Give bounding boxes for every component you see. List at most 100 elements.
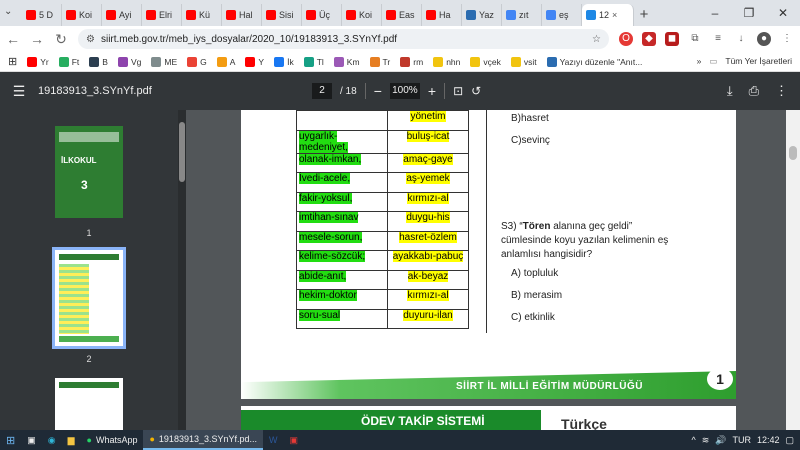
bookmark-item[interactable]: Km [333,56,360,67]
thumbnail-page-1[interactable]: İLKOKUL 3 [55,126,123,218]
start-button[interactable]: ⊞ [0,430,21,450]
bookmark-item[interactable]: G [187,56,207,67]
thumbnail-page-2[interactable] [52,247,126,349]
sidebar-scrollbar[interactable] [178,110,186,430]
address-bar[interactable]: ⚙ siirt.meb.gov.tr/meb_iys_dosyalar/2020… [78,29,609,49]
new-tab-button[interactable]: + [634,4,654,26]
bookmark-item[interactable]: Yazıyı düzenle "Anıt... [546,56,642,67]
left-word: olanak-imkan, [299,153,362,165]
bookmark-item[interactable]: vçek [470,56,501,67]
close-window-icon[interactable]: ✕ [766,0,800,26]
bookmark-item[interactable]: B [89,56,108,67]
shield-extension-icon[interactable]: ◼ [665,32,679,46]
table-row: imtihan-sınav duygu-his [296,211,469,232]
fit-page-icon[interactable]: ⊡ [453,84,463,98]
thumbnail-page-3[interactable] [55,378,123,430]
clock[interactable]: 12:42 [757,435,780,445]
puzzle-icon[interactable]: ⧉ [688,32,702,46]
bookmark-favicon-icon [303,56,314,67]
bookmark-star-icon[interactable]: ☆ [592,34,601,45]
bookmark-item[interactable]: ME [151,56,177,67]
word-icon[interactable]: W [263,430,284,450]
bookmark-item[interactable]: nhn [433,56,460,67]
thumb-footer [59,336,119,342]
browser-tab[interactable]: Elri [142,4,182,26]
rotate-icon[interactable]: ↺ [471,84,481,98]
tab-label: Koi [359,10,373,20]
taskbar-app-whatsapp[interactable]: ● WhatsApp [81,430,144,450]
bookmark-item[interactable]: A [216,56,235,67]
volume-icon[interactable]: 🔊 [715,435,726,446]
browser-tab[interactable]: Koi [342,4,382,26]
tab-favicon-icon [506,10,516,20]
table-row: soru-sual duyuru-ilan [296,308,469,329]
notification-icon[interactable]: ▢ [785,435,794,446]
bookmark-item[interactable]: Tr [369,56,390,67]
browser-tab[interactable]: Eas [382,4,422,26]
all-bookmarks-link[interactable]: Tüm Yer İşaretleri [725,56,792,67]
thumb-header [59,382,119,388]
apps-icon[interactable]: ⊞ [8,55,17,68]
zoom-level[interactable]: 100% [389,83,420,99]
browser-tab[interactable]: Hal [222,4,262,26]
browser-tab[interactable]: 5 D [22,4,62,26]
right-word: aş-yemek [406,173,450,184]
browser-tab[interactable]: Kü [182,4,222,26]
bookmark-item[interactable]: vsit [510,56,537,67]
edge-icon[interactable]: ◉ [42,430,62,450]
bookmark-item[interactable]: Vg [117,56,141,67]
url-text[interactable]: siirt.meb.gov.tr/meb_iys_dosyalar/2020_1… [101,34,586,45]
wifi-icon[interactable]: ≋ [702,435,710,446]
language-indicator[interactable]: TUR [732,435,751,445]
bookmark-item[interactable]: Ft [58,56,79,67]
bookmark-label: İk [287,56,294,67]
maximize-icon[interactable]: ❐ [732,0,766,26]
browser-tab[interactable]: 12 × [582,4,634,26]
pdf-more-icon[interactable]: ⋮ [775,83,788,99]
reading-list-icon[interactable]: ≡ [711,32,725,46]
pdf-app-icon[interactable]: ▣ [284,430,305,450]
task-view-icon[interactable]: ▣ [21,430,42,450]
divider [444,83,446,99]
red-extension-icon[interactable]: ◆ [642,32,656,46]
reload-icon[interactable]: ↻ [54,31,68,48]
page-number-input[interactable]: 2 [312,83,332,99]
browser-tab[interactable]: Sisi [262,4,302,26]
tab-favicon-icon [266,10,276,20]
bookmark-item[interactable]: Tl [303,56,324,67]
browser-tab[interactable]: eş [542,4,582,26]
minimize-icon[interactable]: – [698,0,732,26]
bookmark-item[interactable]: Yr [27,56,49,67]
browser-tab[interactable]: zıt [502,4,542,26]
browser-tab[interactable]: Üç [302,4,342,26]
download-icon[interactable]: ↓ [734,32,748,46]
bookmark-item[interactable]: İk [274,56,294,67]
bookmark-item[interactable]: rm [400,56,423,67]
zoom-in-icon[interactable]: + [428,83,436,99]
viewer-scrollbar[interactable] [786,110,800,430]
table-row: uygarlık-medeniyet, buluş-icat [296,129,469,154]
bookmarks-more-button[interactable]: » [697,56,702,67]
pdf-menu-icon[interactable]: ☰ [0,83,38,100]
print-icon[interactable]: ⎙ [749,83,759,99]
back-icon[interactable]: ← [6,31,20,47]
site-info-icon[interactable]: ⚙ [86,34,95,45]
avatar[interactable]: ● [757,32,771,46]
chrome-menu-icon[interactable]: ⋮ [780,32,794,46]
forward-icon[interactable]: → [30,31,44,47]
browser-tab[interactable]: Yaz [462,4,502,26]
pdf-download-icon[interactable]: ⤓ [727,83,733,99]
tab-search-icon[interactable]: ⌄ [4,6,18,20]
bookmark-favicon-icon [151,56,162,67]
bookmark-item[interactable]: Y [245,56,264,67]
browser-tab[interactable]: Ha [422,4,462,26]
opera-extension-icon[interactable]: O [619,32,633,46]
zoom-out-icon[interactable]: − [374,83,382,99]
tab-close-icon[interactable]: × [612,10,617,20]
browser-tab[interactable]: Ayi [102,4,142,26]
page-number-badge: 1 [707,368,733,390]
taskbar-app-chrome[interactable]: ● 19183913_3.SYnYf.pd... [143,430,264,450]
browser-tab[interactable]: Koi [62,4,102,26]
tray-expand-icon[interactable]: ^ [691,435,695,445]
explorer-icon[interactable]: ▆ [62,430,81,450]
